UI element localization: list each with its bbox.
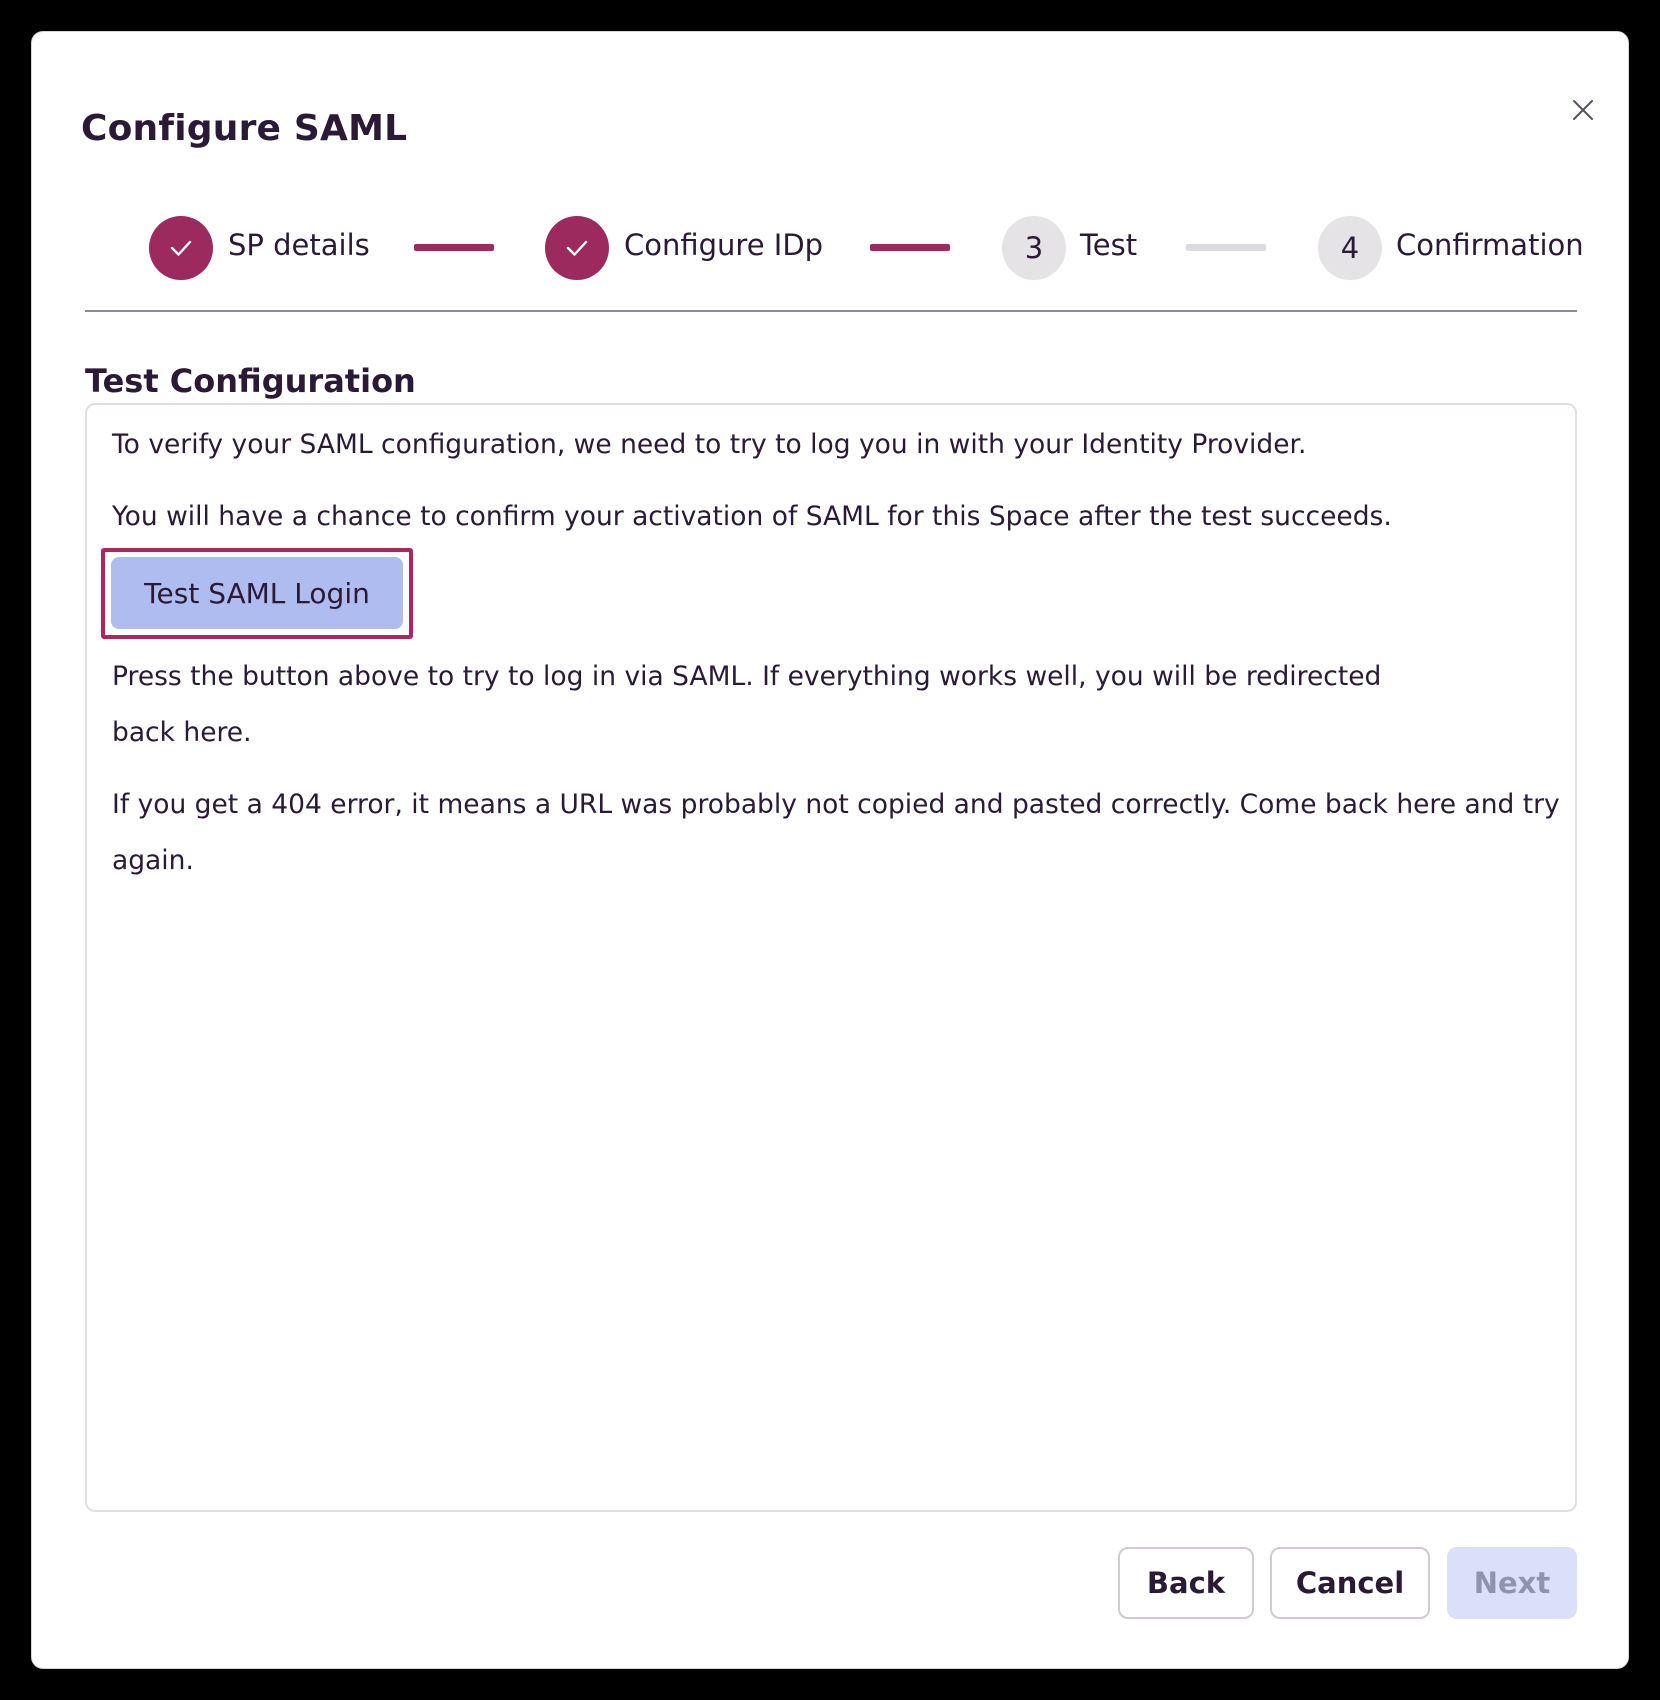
step-2-label: Configure IDp [624, 228, 824, 262]
step-4-number: 4 [1318, 216, 1382, 280]
close-icon [1573, 100, 1593, 120]
checkmark-icon [170, 240, 192, 256]
confirm-note-paragraph: You will have a chance to confirm your a… [112, 501, 1392, 532]
step-connector-2 [870, 244, 950, 251]
back-button[interactable]: Back [1118, 1547, 1254, 1619]
test-configuration-panel: To verify your SAML configuration, we ne… [85, 403, 1577, 1512]
test-saml-login-button[interactable]: Test SAML Login [111, 557, 403, 629]
step-2-complete-indicator [545, 216, 609, 280]
step-3-label: Test [1080, 228, 1138, 262]
intro-paragraph: To verify your SAML configuration, we ne… [112, 429, 1307, 460]
next-button[interactable]: Next [1447, 1547, 1577, 1619]
dialog-title: Configure SAML [81, 108, 408, 149]
error-help-paragraph: If you get a 404 error, it means a URL w… [112, 789, 1560, 876]
step-connector-1 [414, 244, 494, 251]
configure-saml-dialog: Configure SAML SP details Configure IDp … [31, 31, 1629, 1669]
step-4-label: Confirmation [1396, 228, 1584, 262]
section-heading: Test Configuration [85, 362, 416, 400]
instructions-paragraph: Press the button above to try to log in … [112, 661, 1382, 748]
close-button[interactable] [1563, 90, 1603, 130]
cancel-button[interactable]: Cancel [1270, 1547, 1430, 1619]
progress-stepper: SP details Configure IDp 3 Test 4 Confir… [85, 184, 1584, 312]
step-1-complete-indicator [149, 216, 213, 280]
step-3-number: 3 [1002, 216, 1066, 280]
checkmark-icon [566, 240, 588, 256]
step-connector-3 [1186, 244, 1266, 251]
step-1-label: SP details [228, 228, 370, 262]
